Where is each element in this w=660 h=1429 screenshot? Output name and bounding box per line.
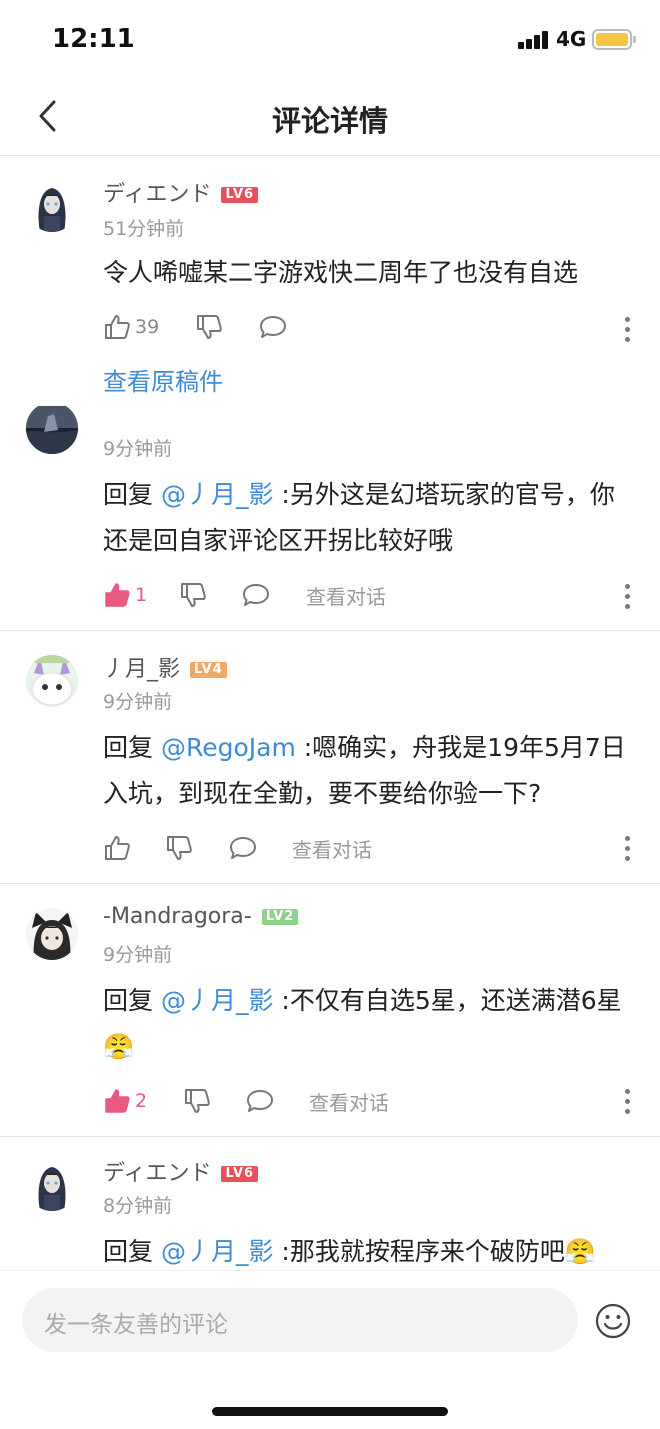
level-badge: LV6 — [221, 1166, 259, 1182]
dislike-icon — [181, 583, 206, 607]
username[interactable]: -Mandragora- LV2 — [103, 904, 299, 929]
avatar[interactable] — [26, 180, 78, 232]
comment-button[interactable] — [241, 578, 271, 612]
like-count: 1 — [135, 584, 148, 606]
more-icon[interactable] — [622, 1089, 632, 1115]
comment-icon — [260, 316, 286, 338]
comment-actions: 2 查看对话 — [103, 1084, 643, 1118]
view-original-link[interactable]: 查看原稿件 — [103, 362, 223, 397]
username[interactable]: 丿月_影 LV4 — [103, 651, 227, 683]
comment-text: 回复 @丿月_影 :那我就按程序来个破防吧😤 — [103, 1237, 596, 1266]
comment-input-bar: 发一条友善的评论 — [0, 1270, 660, 1429]
network-label: 4G — [556, 27, 587, 51]
battery-icon — [592, 29, 636, 50]
more-icon[interactable] — [622, 584, 632, 610]
signal-icon — [518, 31, 550, 49]
reply-item: -Mandragora- LV2 9分钟前 回复 @丿月_影 :不仅有自选5星，还… — [0, 884, 660, 1136]
reply-item: 丿月_影 LV4 9分钟前 回复 @RegoJam :嗯确实，舟我是19年5月7日… — [0, 631, 660, 883]
like-button[interactable]: 39 — [103, 310, 159, 344]
username[interactable]: ディエンド LV6 — [103, 176, 259, 208]
like-icon — [105, 315, 130, 339]
comment-time: 9分钟前 — [103, 944, 173, 966]
comment-button[interactable] — [245, 1084, 275, 1118]
like-icon — [105, 583, 130, 607]
like-button[interactable] — [103, 831, 131, 865]
like-icon — [105, 1089, 130, 1113]
status-time: 12:11 — [52, 24, 135, 54]
comment-time: 9分钟前 — [103, 691, 173, 713]
comment-text: 回复 @RegoJam :嗯确实，舟我是19年5月7日入坑，到现在全勤，要不要给… — [103, 733, 626, 808]
like-count: 39 — [135, 316, 160, 338]
avatar[interactable] — [26, 655, 78, 707]
avatar[interactable] — [26, 908, 78, 960]
level-badge: LV2 — [261, 909, 299, 925]
comment-time: 9分钟前 — [103, 438, 173, 460]
reply-item: ディエンド LV6 8分钟前 回复 @丿月_影 :那我就按程序来个破防吧😤 — [0, 1137, 660, 1270]
more-icon[interactable] — [622, 317, 632, 343]
dislike-icon — [185, 1089, 210, 1113]
avatar[interactable] — [26, 406, 78, 454]
comment-input[interactable]: 发一条友善的评论 — [22, 1288, 578, 1352]
level-badge: LV4 — [190, 662, 227, 678]
comment-text: 回复 @丿月_影 :另外这是幻塔玩家的官号，你还是回自家评论区开拐比较好哦 — [103, 480, 615, 555]
avatar[interactable] — [26, 1159, 78, 1211]
like-icon — [105, 836, 130, 860]
comment-button[interactable] — [258, 310, 288, 344]
comment-actions: 1 查看对话 — [103, 578, 643, 612]
page-title: 评论详情 — [271, 104, 388, 138]
mention-link[interactable]: @丿月_影 — [161, 1237, 274, 1266]
like-count: 2 — [135, 1090, 148, 1112]
emoji-icon[interactable] — [594, 1302, 632, 1340]
dislike-button[interactable] — [179, 578, 207, 612]
dislike-button[interactable] — [165, 831, 193, 865]
comment-icon — [243, 584, 269, 606]
dislike-button[interactable] — [183, 1084, 211, 1118]
dislike-icon — [197, 315, 222, 339]
view-conversation-button[interactable]: 查看对话 — [306, 578, 386, 612]
mention-link[interactable]: @RegoJam — [161, 733, 296, 762]
status-bar: 12:11 4G — [0, 0, 660, 80]
comment-icon — [247, 1090, 273, 1112]
comment-button[interactable] — [228, 831, 258, 865]
username[interactable]: ディエンド LV6 — [103, 1155, 259, 1187]
view-conversation-button[interactable]: 查看对话 — [292, 831, 372, 865]
dislike-icon — [167, 836, 192, 860]
view-conversation-button[interactable]: 查看对话 — [309, 1084, 389, 1118]
home-indicator — [212, 1407, 448, 1416]
mention-link[interactable]: @丿月_影 — [161, 480, 274, 509]
comment-text: 回复 @丿月_影 :不仅有自选5星，还送满潜6星😤 — [103, 986, 622, 1061]
dislike-button[interactable] — [195, 310, 223, 344]
main-comment: ディエンド LV6 51分钟前 令人唏嘘某二字游戏快二周年了也没有自选 39 查看… — [0, 156, 660, 406]
comment-actions: 查看对话 — [103, 831, 643, 865]
like-button[interactable]: 2 — [103, 1084, 147, 1118]
comment-time: 51分钟前 — [103, 218, 185, 240]
comment-input-placeholder: 发一条友善的评论 — [44, 1312, 228, 1338]
comment-icon — [230, 837, 256, 859]
nav-bar: 评论详情 — [0, 80, 660, 156]
comment-time: 8分钟前 — [103, 1195, 173, 1217]
mention-link[interactable]: @丿月_影 — [161, 986, 274, 1015]
more-icon[interactable] — [622, 836, 632, 862]
comment-actions: 39 — [103, 310, 643, 344]
comment-text: 令人唏嘘某二字游戏快二周年了也没有自选 — [103, 258, 579, 287]
level-badge: LV6 — [221, 187, 259, 203]
like-button[interactable]: 1 — [103, 578, 147, 612]
reply-item: 9分钟前 回复 @丿月_影 :另外这是幻塔玩家的官号，你还是回自家评论区开拐比较… — [0, 406, 660, 630]
